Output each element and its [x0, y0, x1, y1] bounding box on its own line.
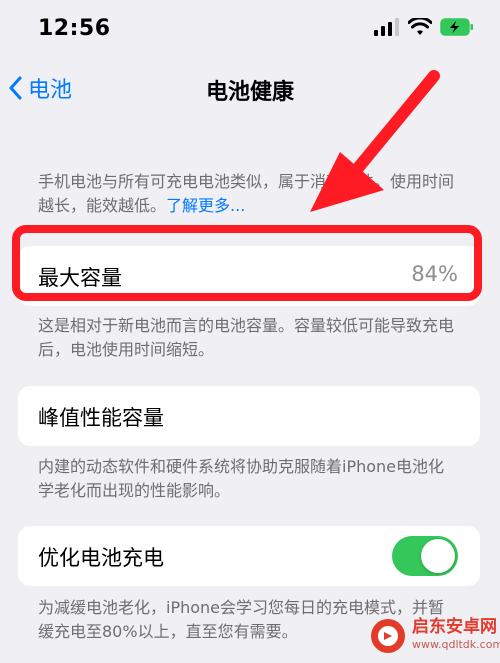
watermark-url: www.qdltdk.com: [412, 638, 500, 651]
optimized-charging-toggle[interactable]: [392, 536, 458, 576]
watermark-logo-icon: [371, 619, 405, 653]
max-capacity-label: 最大容量: [38, 266, 122, 290]
watermark: 启东安卓网 www.qdltdk.com: [370, 618, 500, 654]
status-bar: 12:56: [0, 0, 500, 60]
wifi-icon: [408, 18, 432, 35]
peak-performance-row: 峰值性能容量: [18, 386, 480, 446]
optimized-charging-label: 优化电池充电: [38, 546, 164, 570]
cellular-signal-icon: [374, 18, 399, 36]
max-capacity-value: 84%: [411, 262, 458, 286]
learn-more-link[interactable]: 了解更多...: [166, 196, 245, 215]
red-arrow-annotation: [310, 70, 440, 212]
battery-charging-icon: [440, 18, 473, 36]
status-time: 12:56: [38, 16, 111, 41]
toggle-knob: [421, 539, 455, 573]
peak-performance-footnote: 内建的动态软件和硬件系统将协助克服随着iPhone电池化学老化而出现的性能影响。: [38, 457, 445, 500]
max-capacity-row: 最大容量 84%: [18, 246, 480, 306]
optimized-charging-row: 优化电池充电: [18, 526, 480, 586]
status-icons: [374, 18, 474, 36]
watermark-name: 启东安卓网: [412, 617, 497, 637]
peak-performance-label: 峰值性能容量: [38, 406, 164, 430]
max-capacity-footnote: 这是相对于新电池而言的电池容量。容量较低可能导致充电后，电池使用时间缩短。: [38, 316, 455, 359]
